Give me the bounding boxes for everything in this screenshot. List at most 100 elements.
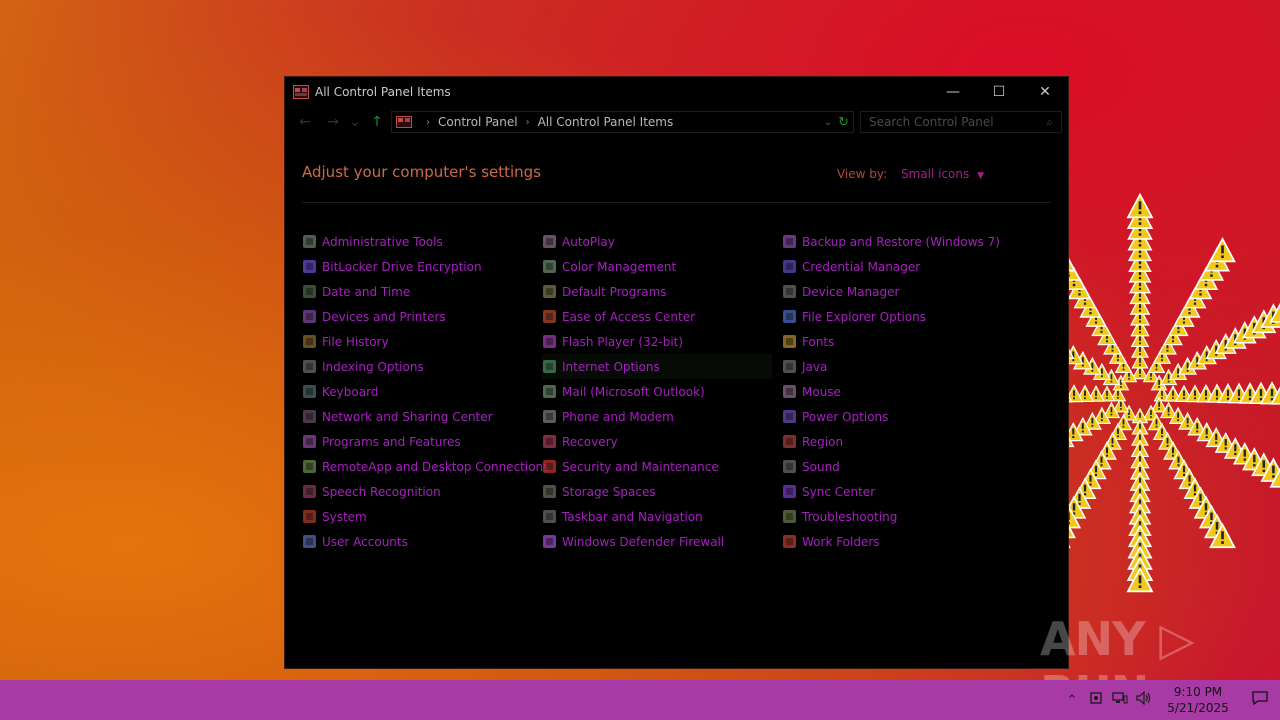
recent-locations-button[interactable]: ⌄	[347, 110, 363, 134]
breadcrumb-separator: ›	[525, 116, 530, 128]
folder-options-icon	[782, 309, 797, 324]
control-panel-item-label: Date and Time	[322, 284, 411, 299]
control-panel-item[interactable]: System	[302, 504, 542, 529]
view-by-dropdown[interactable]: Small icons	[901, 167, 969, 181]
device-manager-icon	[782, 284, 797, 299]
sync-icon	[782, 484, 797, 499]
control-panel-item[interactable]: Region	[782, 429, 1022, 454]
control-panel-item[interactable]: BitLocker Drive Encryption	[302, 254, 542, 279]
control-panel-item[interactable]: Mail (Microsoft Outlook)	[542, 379, 782, 404]
control-panel-item-label: Flash Player (32-bit)	[562, 334, 684, 349]
control-panel-item[interactable]: Keyboard	[302, 379, 542, 404]
control-panel-item[interactable]: Network and Sharing Center	[302, 404, 542, 429]
search-box[interactable]: ⌕	[860, 111, 1062, 133]
control-panel-item[interactable]: Mouse	[782, 379, 1022, 404]
notifications-button[interactable]	[1240, 690, 1280, 710]
recovery-icon	[542, 434, 557, 449]
control-panel-item[interactable]: RemoteApp and Desktop Connections	[302, 454, 549, 479]
control-panel-item[interactable]: Default Programs	[542, 279, 782, 304]
control-panel-item-label: Color Management	[562, 259, 677, 274]
control-panel-item[interactable]: Security and Maintenance	[542, 454, 782, 479]
control-panel-item[interactable]: Date and Time	[302, 279, 542, 304]
breadcrumb-control-panel[interactable]: Control Panel	[438, 115, 518, 129]
maximize-button[interactable]: ☐	[976, 77, 1022, 107]
up-button[interactable]: ↑	[363, 110, 391, 134]
credential-icon	[782, 259, 797, 274]
control-panel-item[interactable]: Device Manager	[782, 279, 1022, 304]
control-panel-item[interactable]: Credential Manager	[782, 254, 1022, 279]
control-panel-item[interactable]: Java	[782, 354, 1022, 379]
control-panel-item[interactable]: Flash Player (32-bit)	[542, 329, 782, 354]
control-panel-item[interactable]: Windows Defender Firewall	[542, 529, 782, 554]
refresh-icon[interactable]: ↻	[838, 115, 849, 130]
control-panel-item[interactable]: Power Options	[782, 404, 1022, 429]
control-panel-item[interactable]: Troubleshooting	[782, 504, 1022, 529]
address-dropdown-icon[interactable]: ⌄	[824, 117, 832, 128]
control-panel-item-label: Taskbar and Navigation	[562, 509, 703, 524]
back-button[interactable]: ←	[291, 110, 319, 134]
control-panel-item[interactable]: User Accounts	[302, 529, 542, 554]
control-panel-item[interactable]: Taskbar and Navigation	[542, 504, 782, 529]
control-panel-item[interactable]: Work Folders	[782, 529, 1022, 554]
control-panel-item-label: Speech Recognition	[322, 484, 441, 499]
security-icon	[1090, 692, 1102, 704]
control-panel-item[interactable]: Sound	[782, 454, 1022, 479]
control-panel-item[interactable]: Phone and Modem	[542, 404, 782, 429]
control-panel-item[interactable]: Recovery	[542, 429, 782, 454]
close-icon: ✕	[1039, 84, 1051, 100]
control-panel-item[interactable]: File History	[302, 329, 542, 354]
control-panel-item-label: File History	[322, 334, 389, 349]
control-panel-item[interactable]: Color Management	[542, 254, 782, 279]
control-panel-item-label: RemoteApp and Desktop Connections	[322, 459, 550, 474]
tray-chevron-icon[interactable]: ⌃	[1060, 693, 1084, 708]
control-panel-item-label: Keyboard	[322, 384, 379, 399]
admin-tools-icon	[302, 234, 317, 249]
minimize-icon: —	[946, 84, 960, 100]
control-panel-item[interactable]: Fonts	[782, 329, 1022, 354]
internet-options-icon	[542, 359, 557, 374]
control-panel-item[interactable]: Indexing Options	[302, 354, 542, 379]
breadcrumb-all-items[interactable]: All Control Panel Items	[538, 115, 674, 129]
flag-icon	[542, 459, 557, 474]
close-button[interactable]: ✕	[1022, 77, 1068, 107]
backup-icon	[782, 234, 797, 249]
search-icon[interactable]: ⌕	[1046, 115, 1053, 130]
control-panel-item[interactable]: Sync Center	[782, 479, 1022, 504]
control-panel-item-label: Storage Spaces	[562, 484, 656, 499]
window-title: All Control Panel Items	[315, 85, 451, 99]
control-panel-item[interactable]: AutoPlay	[542, 229, 782, 254]
content-area: Adjust your computer's settings View by:…	[285, 137, 1068, 668]
caret-down-icon[interactable]: ▼	[977, 171, 984, 181]
control-panel-item[interactable]: Speech Recognition	[302, 479, 542, 504]
java-icon	[782, 359, 797, 374]
address-bar[interactable]: › Control Panel › All Control Panel Item…	[391, 111, 854, 133]
title-bar[interactable]: All Control Panel Items — ☐ ✕	[285, 77, 1068, 107]
search-input[interactable]	[869, 115, 1047, 129]
control-panel-item-label: Ease of Access Center	[562, 309, 696, 324]
network-tray-icon[interactable]	[1108, 691, 1132, 709]
volume-tray-icon[interactable]	[1132, 690, 1156, 709]
forward-button[interactable]: →	[319, 110, 347, 134]
taskbar-icon	[542, 509, 557, 524]
programs-icon	[302, 434, 317, 449]
clock-date: 5/21/2025	[1167, 701, 1229, 715]
tray-app-icon[interactable]	[1084, 691, 1108, 709]
breadcrumb-separator: ›	[426, 116, 430, 128]
control-panel-item[interactable]: Programs and Features	[302, 429, 542, 454]
control-panel-item[interactable]: File Explorer Options	[782, 304, 1022, 329]
control-panel-item[interactable]: Backup and Restore (Windows 7)	[782, 229, 1022, 254]
work-folders-icon	[782, 534, 797, 549]
printer-icon	[302, 309, 317, 324]
control-panel-item-label: Recovery	[562, 434, 618, 449]
control-panel-item[interactable]: Internet Options	[542, 354, 772, 379]
control-panel-item[interactable]: Administrative Tools	[302, 229, 542, 254]
default-programs-icon	[542, 284, 557, 299]
color-management-icon	[542, 259, 557, 274]
control-panel-item[interactable]: Storage Spaces	[542, 479, 782, 504]
ease-of-access-icon	[542, 309, 557, 324]
network-icon	[302, 409, 317, 424]
control-panel-item[interactable]: Devices and Printers	[302, 304, 542, 329]
control-panel-item[interactable]: Ease of Access Center	[542, 304, 782, 329]
clock[interactable]: 9:10 PM 5/21/2025	[1162, 684, 1234, 716]
minimize-button[interactable]: —	[930, 77, 976, 107]
